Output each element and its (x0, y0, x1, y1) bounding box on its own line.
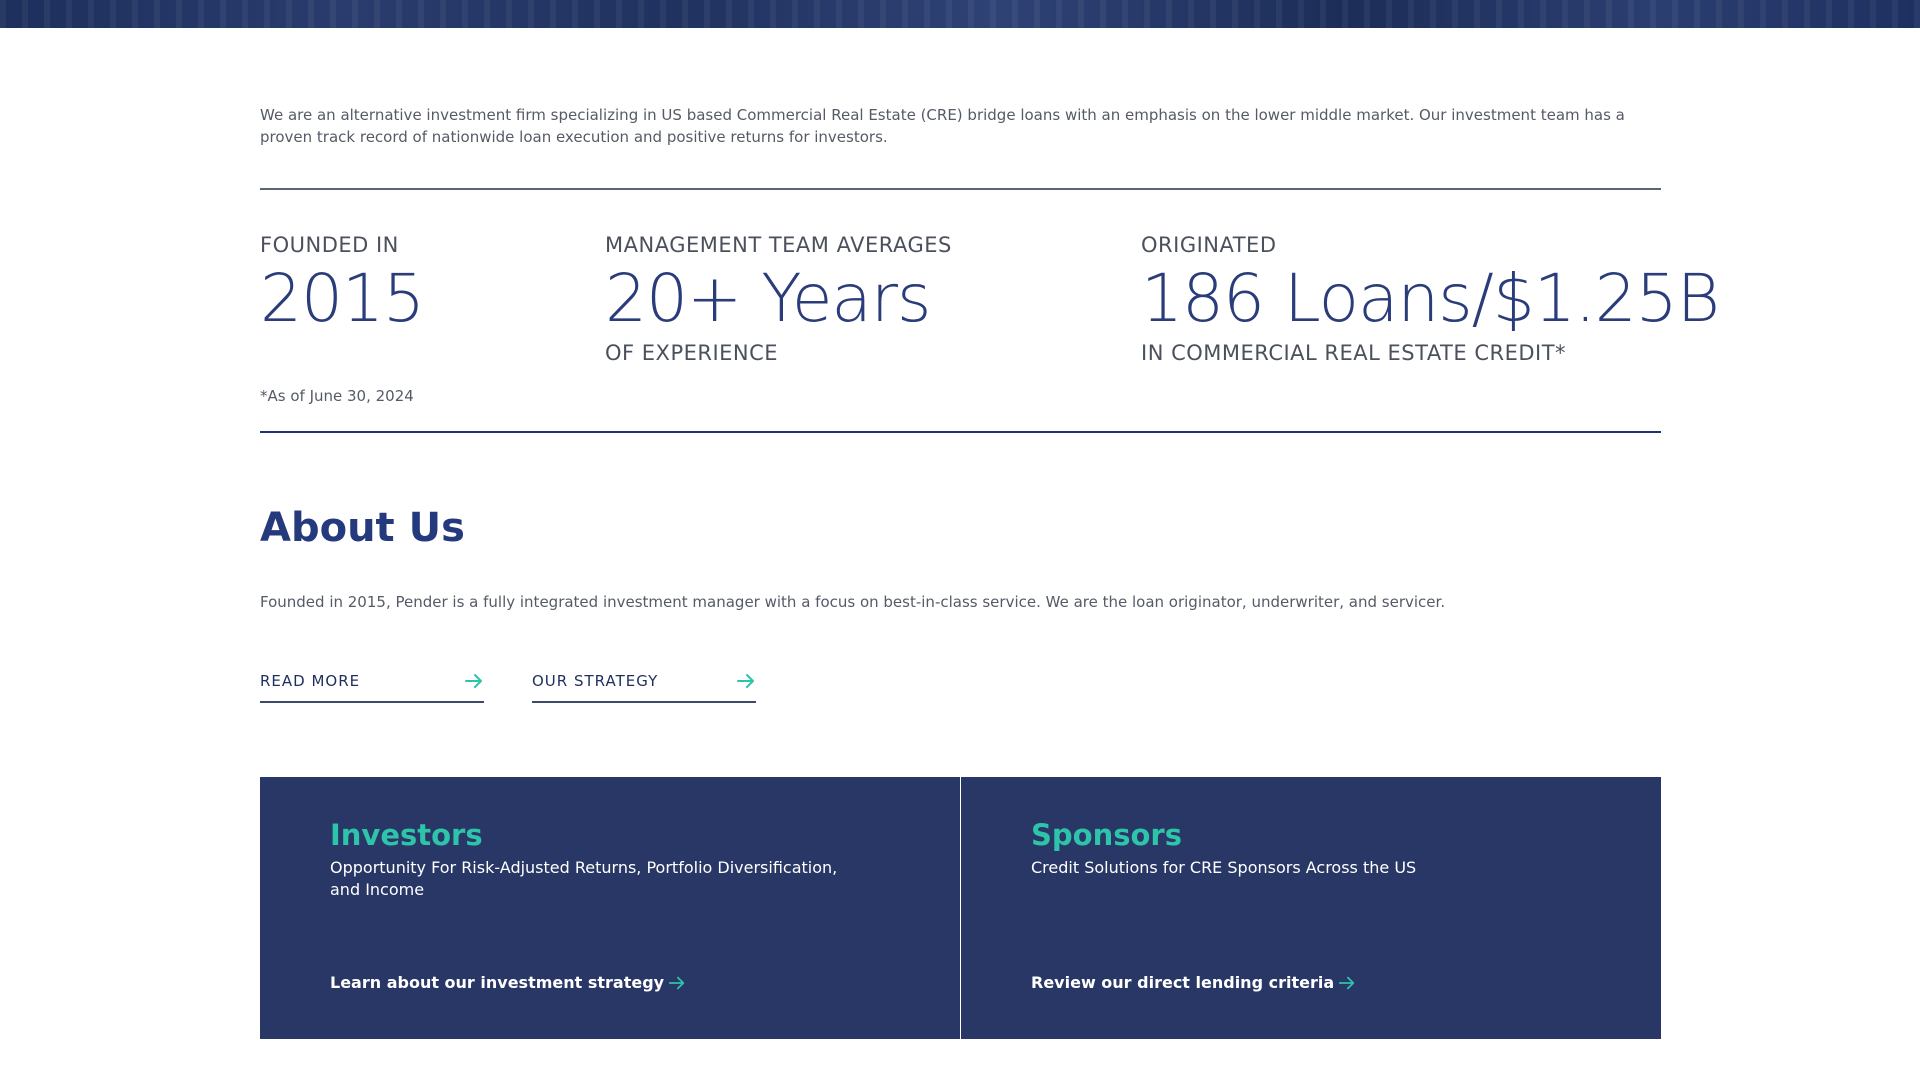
stat-value: 2015 (260, 260, 425, 337)
arrow-right-icon (1339, 976, 1355, 989)
our-strategy-button[interactable]: OUR STRATEGY (532, 665, 756, 703)
stat-sublabel: OF EXPERIENCE (605, 341, 779, 365)
stat-label: ORIGINATED (1141, 233, 1277, 257)
investors-title: Investors (330, 818, 483, 852)
sponsors-subtitle: Credit Solutions for CRE Sponsors Across… (1031, 858, 1417, 877)
stat-originated: ORIGINATED 186 Loans/$1.25B IN COMMERCIA… (1141, 232, 1720, 366)
investors-subtitle: Opportunity For Risk-Adjusted Returns, P… (330, 858, 838, 899)
divider-top (260, 188, 1661, 190)
about-title: About Us (260, 505, 465, 551)
investors-link-label: Learn about our investment strategy (330, 973, 665, 992)
investors-link[interactable]: Learn about our investment strategy (330, 973, 686, 992)
our-strategy-label: OUR STRATEGY (532, 672, 659, 690)
hero-image-strip (0, 0, 1920, 28)
stat-value: 186 Loans/$1.25B (1141, 260, 1720, 337)
arrow-right-icon (737, 674, 754, 688)
arrow-right-icon (668, 976, 685, 989)
stats-footnote: *As of June 30, 2024 (260, 387, 414, 405)
stat-experience: MANAGEMENT TEAM AVERAGES 20+ Years OF EX… (605, 232, 952, 366)
divider-bottom (260, 431, 1661, 433)
stat-label: FOUNDED IN (260, 233, 399, 257)
stat-sublabel: IN COMMERCIAL REAL ESTATE CREDIT* (1141, 341, 1567, 365)
stat-label: MANAGEMENT TEAM AVERAGES (605, 233, 952, 257)
sponsors-title: Sponsors (1031, 818, 1182, 852)
arrow-right-icon (465, 674, 482, 688)
intro-paragraph: We are an alternative investment firm sp… (260, 106, 1625, 146)
read-more-button[interactable]: READ MORE (260, 665, 484, 703)
sponsors-card: Sponsors Credit Solutions for CRE Sponso… (961, 777, 1661, 1039)
sponsors-link[interactable]: Review our direct lending criteria (1031, 973, 1356, 992)
stat-founded: FOUNDED IN 2015 (260, 232, 425, 337)
sponsors-link-label: Review our direct lending criteria (1031, 973, 1335, 992)
read-more-label: READ MORE (260, 672, 361, 690)
stat-value: 20+ Years (605, 260, 931, 337)
investors-card: Investors Opportunity For Risk-Adjusted … (260, 777, 960, 1039)
about-text: Founded in 2015, Pender is a fully integ… (260, 593, 1446, 611)
